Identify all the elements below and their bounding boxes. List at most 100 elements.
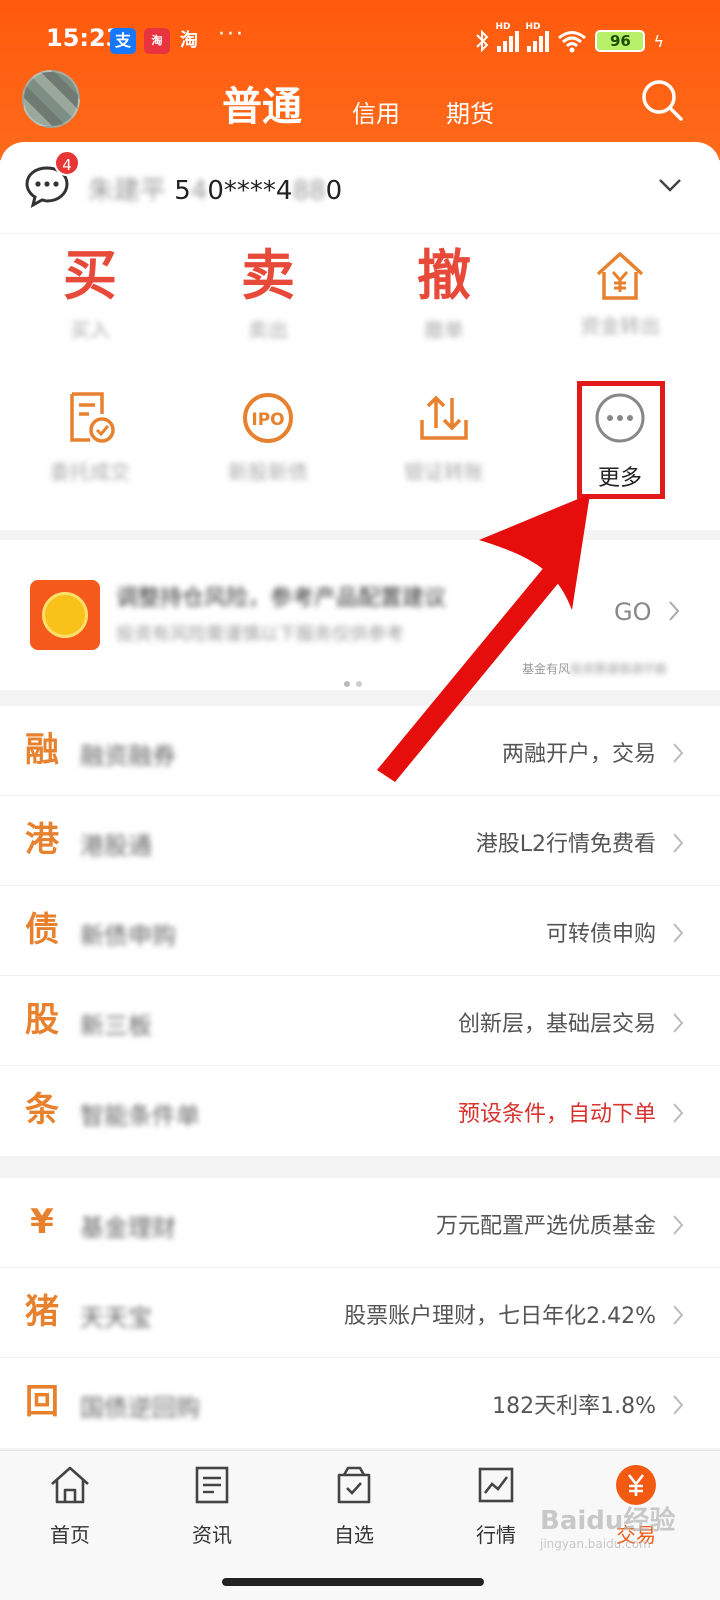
signal-icon-2: HD (525, 22, 550, 52)
tab-normal[interactable]: 普通 (222, 74, 302, 132)
chevron-right-icon (673, 743, 684, 763)
charging-icon: ϟ (653, 31, 664, 51)
taobao-app-icon: 淘 (180, 30, 198, 51)
watermark: Baidu经验 jingyan.baidu.com (540, 1500, 675, 1551)
service-title: 新三板 (80, 1012, 152, 1040)
bank-transfer-button[interactable]: 银证转账 (354, 390, 534, 530)
coin-icon (30, 580, 100, 650)
carousel-dots (344, 672, 368, 691)
ipo-button[interactable]: IPO 新股新债 (178, 390, 358, 530)
fund-transfer-out-button[interactable]: 资金转出 (530, 244, 710, 384)
service-description: 可转债申购 (545, 922, 656, 947)
trade-services-list: 融融资融券 两融开户，交易港港股通 港股L2行情免费看债新债申购 可转债申购股新三板 创… (0, 706, 720, 1156)
tab-credit[interactable]: 信用 (352, 94, 400, 129)
service-icon: 条 (25, 1090, 59, 1130)
alipay-app-icon: 支 (110, 28, 136, 54)
message-count-badge: 4 (54, 150, 80, 176)
nav-market-label: 行情 (476, 1523, 516, 1547)
chevron-right-icon (669, 601, 680, 621)
service-title: 天天宝 (80, 1304, 152, 1332)
status-bar: 15:23 支 淘 淘 ··· HD HD 96 ϟ (0, 18, 720, 62)
risk-note-text: 基金有风 (522, 662, 571, 676)
nav-home-label: 首页 (50, 1523, 90, 1547)
home-indicator[interactable] (222, 1578, 484, 1586)
ipo-icon: IPO (243, 393, 293, 443)
home-icon (51, 1466, 89, 1504)
service-icon: 融 (25, 730, 59, 770)
account-label: 朱建平 540****4880 (88, 170, 342, 207)
list-item[interactable]: 条智能条件单 预设条件，自动下单 (0, 1066, 720, 1156)
nav-market[interactable]: 行情 (446, 1463, 546, 1548)
service-icon: 股 (25, 1000, 59, 1040)
nav-watchlist[interactable]: 自选 (304, 1463, 404, 1548)
trade-panel: 4 朱建平 540****4880 买 买入 卖 卖出 撤 撤单 资金转出 委托… (0, 142, 720, 530)
chevron-right-icon (673, 1395, 684, 1415)
buy-char: 买 (63, 244, 117, 307)
chevron-right-icon (673, 1103, 684, 1123)
nav-watchlist-label: 自选 (334, 1523, 374, 1547)
banner-subtitle: 投资有风险需谨慎以下服务仅供参考 (116, 624, 404, 645)
app-screen: 15:23 支 淘 淘 ··· HD HD 96 ϟ 普通 信用 期货 4 朱建… (0, 0, 720, 1600)
tab-futures[interactable]: 期货 (446, 94, 494, 129)
sell-sub: 卖出 (248, 318, 288, 342)
sell-button[interactable]: 卖 卖出 (178, 244, 358, 384)
taobao-special-app-icon: 淘 (144, 28, 170, 54)
buy-button[interactable]: 买 买入 (0, 244, 180, 384)
bluetooth-icon (476, 29, 489, 53)
highlight-box (577, 381, 665, 499)
signal-icon: HD (495, 22, 520, 52)
home-yuan-icon (596, 252, 644, 300)
account-selector[interactable]: 4 朱建平 540****4880 (0, 142, 720, 234)
service-description: 港股L2行情免费看 (475, 832, 656, 857)
cancel-order-button[interactable]: 撤 撤单 (354, 244, 534, 384)
orders-label: 委托成交 (50, 460, 130, 484)
cancel-char: 撤 (417, 244, 471, 307)
chevron-down-icon[interactable] (658, 178, 682, 192)
list-item[interactable]: 猪天天宝 股票账户理财，七日年化2.42% (0, 1268, 720, 1358)
sell-char: 卖 (241, 244, 295, 307)
watchlist-icon (337, 1466, 371, 1504)
header: 15:23 支 淘 淘 ··· HD HD 96 ϟ 普通 信用 期货 (0, 0, 720, 160)
service-description: 万元配置严选优质基金 (435, 1214, 656, 1239)
list-item[interactable]: ¥ 基金理财 万元配置严选优质基金 (0, 1178, 720, 1268)
account-name: 朱建平 (88, 176, 167, 206)
account-id-blur-2: 88 (292, 176, 326, 206)
cancel-sub: 撤单 (424, 318, 464, 342)
chevron-right-icon (673, 833, 684, 853)
service-description: 创新层，基础层交易 (457, 1012, 656, 1037)
nav-home[interactable]: 首页 (20, 1463, 120, 1548)
avatar[interactable] (22, 70, 80, 128)
service-title: 港股通 (80, 832, 152, 860)
wealth-services-list: ¥ 基金理财 万元配置严选优质基金猪天天宝 股票账户理财，七日年化2.42% 回国债逆回… (0, 1178, 720, 1448)
service-description: 股票账户理财，七日年化2.42% (344, 1304, 656, 1329)
search-icon[interactable] (640, 78, 684, 122)
buy-sub: 买入 (70, 318, 110, 342)
chevron-right-icon (673, 1215, 684, 1235)
banner-go-link[interactable]: GO (614, 598, 652, 626)
chevron-right-icon (673, 1305, 684, 1325)
service-icon: 猪 (25, 1292, 59, 1332)
service-title: 基金理财 (80, 1214, 176, 1242)
ipo-label: 新股新债 (228, 460, 308, 484)
service-icon: 债 (25, 910, 59, 950)
transfer-arrows-icon (420, 395, 468, 440)
wifi-icon (558, 31, 587, 53)
list-item[interactable]: 回国债逆回购 182天利率1.8% (0, 1358, 720, 1448)
list-item[interactable]: 股新三板 创新层，基础层交易 (0, 976, 720, 1066)
promo-banner[interactable]: 调整持仓风险，参考产品配置建议 投资有风险需谨慎以下服务仅供参考 GO 基金有风… (0, 540, 720, 690)
nav-news[interactable]: 资讯 (162, 1463, 262, 1548)
service-icon: 港 (25, 820, 59, 860)
service-description: 182天利率1.8% (492, 1394, 656, 1419)
service-title: 智能条件单 (80, 1102, 200, 1130)
news-icon (195, 1466, 229, 1504)
transfer-label: 银证转账 (404, 460, 484, 484)
list-item[interactable]: 港港股通 港股L2行情免费看 (0, 796, 720, 886)
service-description: 两融开户，交易 (501, 742, 656, 767)
svg-text:IPO: IPO (251, 410, 284, 430)
orders-button[interactable]: 委托成交 (0, 390, 180, 530)
order-check-icon (70, 392, 115, 443)
fund-transfer-sub: 资金转出 (580, 314, 660, 338)
list-item[interactable]: 债新债申购 可转债申购 (0, 886, 720, 976)
list-item[interactable]: 融融资融券 两融开户，交易 (0, 706, 720, 796)
account-id-mid: 0****4 (207, 176, 293, 206)
